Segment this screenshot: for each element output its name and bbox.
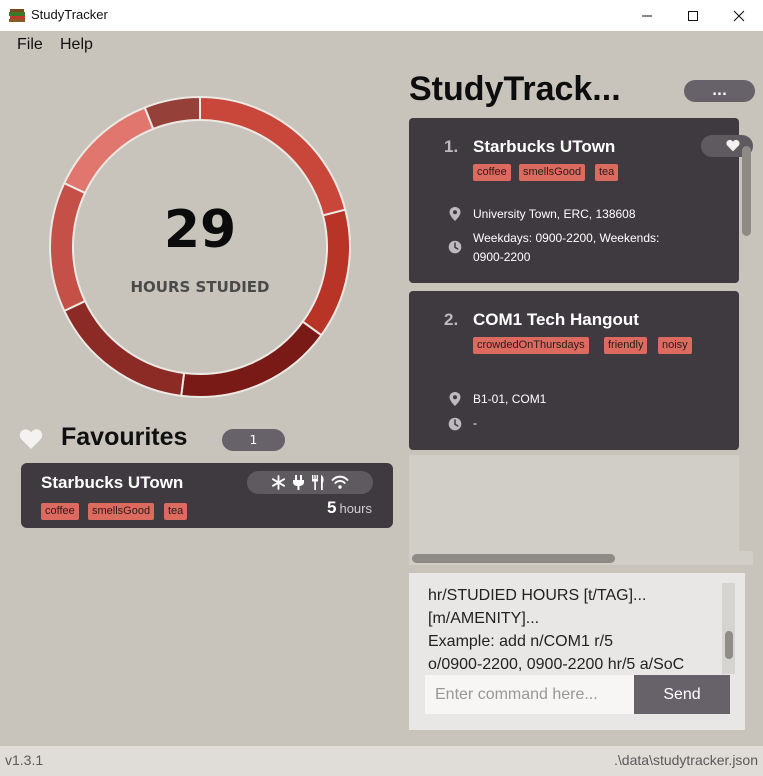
result-text: hr/STUDIED HOURS [t/TAG]... [m/AMENITY].… xyxy=(428,584,718,676)
books-icon xyxy=(9,9,25,22)
menu-file[interactable]: File xyxy=(17,36,43,54)
result-scrollbar-track xyxy=(722,583,735,676)
favourites-count-badge: 1 xyxy=(222,429,285,451)
result-line: [m/AMENITY]... xyxy=(428,610,540,627)
tag: smellsGood xyxy=(88,503,155,520)
donut-segment xyxy=(199,95,347,217)
location-pin-icon xyxy=(449,207,461,221)
hours-studied-value: 29 xyxy=(163,200,237,260)
favourite-card-name: Starbucks UTown xyxy=(41,473,184,492)
donut-segment xyxy=(301,208,351,337)
wifi-icon xyxy=(331,475,349,489)
command-input[interactable] xyxy=(425,675,634,714)
opening-hours-line: 0900-2200 xyxy=(473,250,531,264)
list-item-opening-hours: - xyxy=(473,414,477,433)
tag: crowdedOnThursdays xyxy=(473,337,589,354)
minimize-icon xyxy=(642,15,652,16)
window-title: StudyTracker xyxy=(31,7,108,22)
list-item-location: B1-01, COM1 xyxy=(473,392,547,406)
list-title: StudyTrack... xyxy=(409,70,621,108)
list-empty-area xyxy=(409,455,739,551)
result-line: hr/STUDIED HOURS [t/TAG]... xyxy=(428,587,647,604)
maximize-icon xyxy=(688,10,698,21)
tag: friendly xyxy=(604,337,648,354)
donut-segment xyxy=(62,299,186,397)
opening-hours-line: - xyxy=(473,416,477,430)
tag: tea xyxy=(164,503,188,520)
hours-studied-caption: HOURS STUDIED xyxy=(130,278,270,296)
donut-segment xyxy=(143,95,201,131)
list-item-index: 1. xyxy=(444,137,459,156)
more-button[interactable]: ... xyxy=(684,80,755,102)
result-scrollbar[interactable] xyxy=(725,631,733,659)
tag: tea xyxy=(595,164,619,181)
favourite-card-hours: 5 hours xyxy=(290,498,372,518)
list-item-name: COM1 Tech Hangout xyxy=(473,310,639,329)
snowflake-icon xyxy=(271,475,286,490)
location-pin-icon xyxy=(449,392,461,406)
opening-hours-line: Weekdays: 0900-2200, Weekends: xyxy=(473,231,660,245)
list-item-opening-hours: Weekdays: 0900-2200, Weekends: 0900-2200 xyxy=(473,229,659,267)
tag: noisy xyxy=(658,337,692,354)
menu-bar xyxy=(0,31,763,63)
send-button[interactable]: Send xyxy=(634,675,730,714)
donut-segment xyxy=(49,181,87,313)
list-vertical-scrollbar[interactable] xyxy=(742,146,751,236)
amenities-bar xyxy=(247,471,373,494)
list-horizontal-scrollbar[interactable] xyxy=(412,554,615,563)
tag: coffee xyxy=(41,503,79,520)
result-line: Example: add n/COM1 r/5 xyxy=(428,633,613,650)
donut-segment xyxy=(62,106,155,195)
favourites-title: Favourites xyxy=(61,423,188,451)
hours-number: 5 xyxy=(327,498,337,517)
tag: smellsGood xyxy=(519,164,586,181)
plug-icon xyxy=(293,475,304,490)
utensils-icon xyxy=(312,475,324,490)
hours-unit: hours xyxy=(339,501,372,516)
list-item-index: 2. xyxy=(444,310,459,329)
menu-help[interactable]: Help xyxy=(60,36,93,54)
list-item-location: University Town, ERC, 138608 xyxy=(473,207,636,221)
close-button[interactable] xyxy=(716,0,762,31)
heart-icon xyxy=(19,429,43,449)
data-file-path: .\data\studytracker.json xyxy=(614,752,758,768)
result-line: o/0900-2200, 0900-2200 hr/5 a/SoC xyxy=(428,656,685,673)
minimize-button[interactable] xyxy=(624,0,670,31)
version-label: v1.3.1 xyxy=(5,752,44,768)
donut-segment xyxy=(180,320,323,398)
close-icon xyxy=(733,10,745,21)
clock-icon xyxy=(448,417,462,431)
tag: coffee xyxy=(473,164,511,181)
list-item-name: Starbucks UTown xyxy=(473,137,616,156)
maximize-button[interactable] xyxy=(670,0,716,31)
heart-icon xyxy=(726,139,740,152)
clock-icon xyxy=(448,240,462,254)
